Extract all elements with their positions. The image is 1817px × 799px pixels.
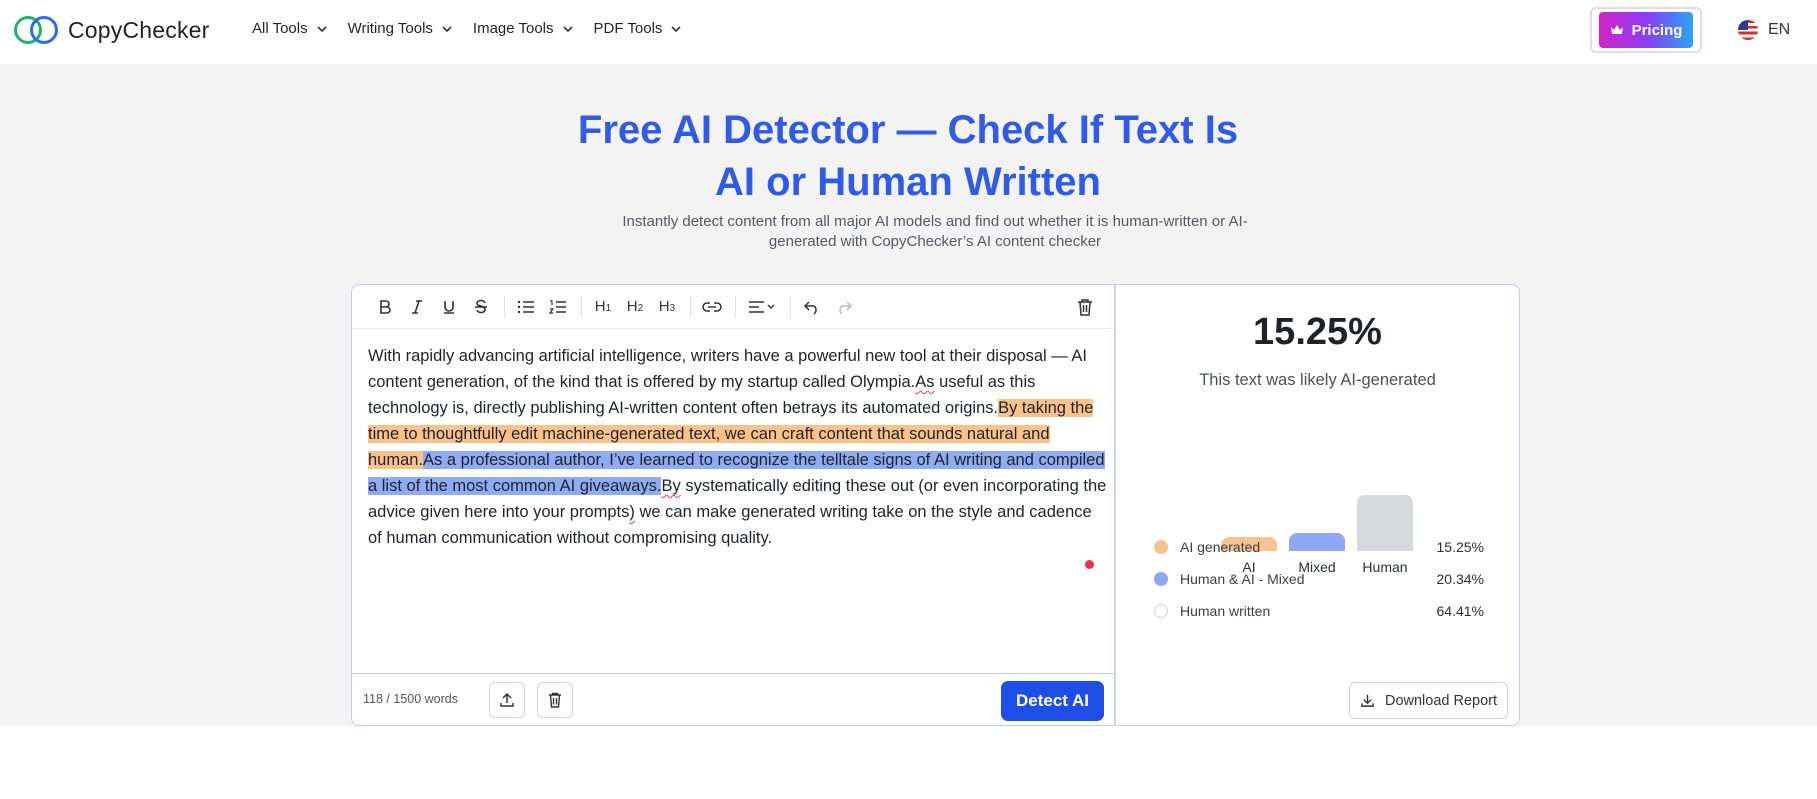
us-flag-icon bbox=[1738, 20, 1758, 40]
top-header: CopyChecker All Tools Writing Tools Imag… bbox=[0, 0, 1817, 64]
text-editor-card: H1 H2 H3 With rapidly advancing artifici… bbox=[351, 284, 1115, 726]
nav-label: Image Tools bbox=[472, 20, 554, 37]
strikethrough-icon bbox=[475, 299, 487, 313]
verdict-text: This text was likely AI-generated bbox=[1199, 371, 1436, 389]
legend-label: AI generated bbox=[1180, 539, 1261, 555]
delete-text-button[interactable] bbox=[537, 682, 573, 718]
detect-ai-button[interactable]: Detect AI bbox=[1001, 681, 1104, 721]
main-nav: All Tools Writing Tools Image Tools PDF … bbox=[252, 20, 682, 37]
pricing-label: Pricing bbox=[1631, 21, 1683, 39]
download-icon bbox=[1361, 694, 1374, 707]
legend-value: 15.25% bbox=[1436, 539, 1484, 555]
link-icon bbox=[702, 301, 722, 312]
underline-button[interactable] bbox=[434, 292, 464, 322]
redo-icon bbox=[839, 300, 853, 315]
bullet-list-icon bbox=[517, 300, 534, 313]
link-button[interactable] bbox=[697, 292, 727, 322]
status-dot bbox=[1085, 560, 1094, 569]
align-dropdown[interactable] bbox=[742, 292, 782, 322]
toolbar-divider bbox=[790, 295, 791, 318]
legend-row: AI generated 15.25% bbox=[1154, 531, 1484, 563]
nav-image-tools[interactable]: Image Tools bbox=[473, 20, 574, 37]
crown-icon bbox=[1610, 25, 1623, 34]
chevron-down-icon bbox=[562, 25, 573, 32]
toolbar-divider bbox=[690, 295, 691, 318]
bold-button[interactable] bbox=[370, 292, 400, 322]
clear-editor-button[interactable] bbox=[1070, 292, 1100, 322]
legend-dot bbox=[1154, 604, 1168, 618]
spellcheck-segment: By bbox=[661, 477, 681, 495]
upload-button[interactable] bbox=[489, 682, 525, 718]
numbered-list-button[interactable] bbox=[543, 292, 573, 322]
heading1-button[interactable]: H1 bbox=[588, 292, 618, 322]
nav-pdf-tools[interactable]: PDF Tools bbox=[594, 20, 683, 37]
align-icon bbox=[749, 300, 775, 313]
heading3-button[interactable]: H3 bbox=[652, 292, 682, 322]
numbered-list-icon bbox=[549, 299, 566, 314]
download-report-button[interactable]: Download Report bbox=[1349, 682, 1508, 719]
result-panel: 15.25% This text was likely AI-generated… bbox=[1115, 284, 1520, 726]
ai-score: 15.25% bbox=[1253, 311, 1382, 353]
italic-button[interactable] bbox=[402, 292, 432, 322]
editor-footer: 118 / 1500 words Detect AI bbox=[352, 673, 1114, 725]
undo-button[interactable] bbox=[797, 292, 827, 322]
upload-icon bbox=[500, 692, 514, 707]
toolbar-divider bbox=[504, 295, 505, 318]
nav-label: PDF Tools bbox=[593, 20, 663, 37]
chevron-down-icon bbox=[317, 25, 327, 32]
editor-text-area[interactable]: With rapidly advancing artificial intell… bbox=[368, 343, 1108, 551]
word-count: 118 / 1500 words bbox=[363, 692, 458, 706]
trash-icon bbox=[549, 692, 561, 708]
language-label: EN bbox=[1768, 21, 1791, 38]
legend-label: Human written bbox=[1180, 603, 1271, 619]
chevron-down-icon bbox=[671, 25, 682, 32]
redo-button[interactable] bbox=[829, 292, 859, 322]
pricing-wrapper: Pricing bbox=[1590, 7, 1702, 53]
legend-row: Human & AI - Mixed 20.34% bbox=[1154, 563, 1484, 595]
legend-dot bbox=[1154, 540, 1168, 554]
logo[interactable]: CopyChecker bbox=[14, 14, 210, 46]
logo-icon bbox=[14, 14, 60, 46]
nav-label: All Tools bbox=[252, 20, 308, 37]
editor-toolbar: H1 H2 H3 bbox=[352, 285, 1114, 329]
legend-label: Human & AI - Mixed bbox=[1180, 571, 1305, 587]
bullet-list-button[interactable] bbox=[511, 292, 541, 322]
nav-all-tools[interactable]: All Tools bbox=[252, 20, 328, 37]
logo-text: CopyChecker bbox=[68, 16, 210, 43]
heading2-button[interactable]: H2 bbox=[620, 292, 650, 322]
spellcheck-segment: As bbox=[915, 373, 935, 391]
legend-dot bbox=[1154, 572, 1168, 586]
italic-icon bbox=[412, 299, 422, 314]
trash-icon bbox=[1078, 299, 1092, 316]
result-legend: AI generated 15.25% Human & AI - Mixed 20.3… bbox=[1154, 531, 1484, 627]
page-title: Free AI Detector — Check If Text Is AI o… bbox=[577, 108, 1239, 204]
strikethrough-button[interactable] bbox=[466, 292, 496, 322]
underline-icon bbox=[444, 300, 454, 314]
toolbar-divider bbox=[735, 295, 736, 318]
download-label: Download Report bbox=[1384, 692, 1498, 709]
nav-writing-tools[interactable]: Writing Tools bbox=[348, 20, 453, 37]
chevron-down-icon bbox=[442, 25, 452, 32]
page-subtitle: Instantly detect content from all major … bbox=[622, 213, 1248, 250]
toolbar-divider bbox=[581, 295, 582, 318]
legend-value: 20.34% bbox=[1436, 571, 1484, 587]
pricing-button[interactable]: Pricing bbox=[1599, 12, 1693, 48]
legend-row: Human written 64.41% bbox=[1154, 595, 1484, 627]
legend-value: 64.41% bbox=[1436, 603, 1484, 619]
undo-icon bbox=[803, 300, 817, 315]
nav-label: Writing Tools bbox=[347, 20, 433, 37]
language-selector[interactable]: EN bbox=[1738, 20, 1790, 40]
bold-icon bbox=[380, 299, 391, 314]
